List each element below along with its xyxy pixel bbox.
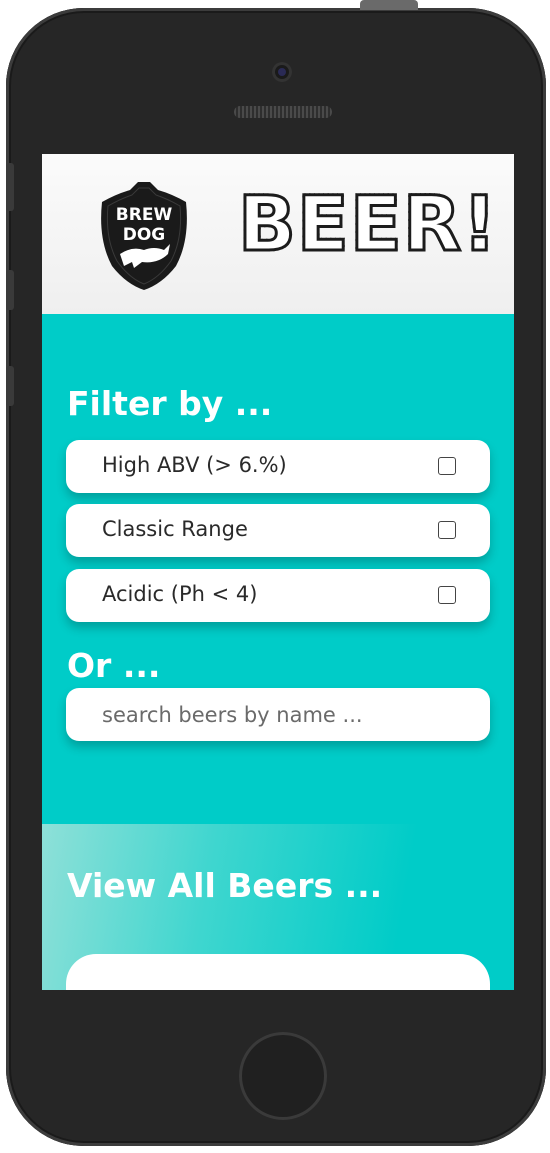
app-header: BREW DOG BEER! bbox=[42, 154, 514, 314]
mute-switch bbox=[6, 163, 14, 211]
search-section-title: Or ... bbox=[67, 646, 161, 685]
filter-option-acidic[interactable]: Acidic (Ph < 4) bbox=[66, 569, 490, 622]
checkbox-icon[interactable] bbox=[438, 457, 456, 475]
search-card bbox=[66, 688, 490, 741]
all-beers-title: View All Beers ... bbox=[67, 866, 383, 905]
app-title: BEER! bbox=[237, 179, 499, 268]
logo-text-bottom: DOG bbox=[123, 225, 166, 245]
filter-option-label: Classic Range bbox=[102, 517, 248, 541]
filter-option-high-abv[interactable]: High ABV (> 6.%) bbox=[66, 440, 490, 493]
home-button[interactable] bbox=[239, 1032, 327, 1120]
checkbox-icon[interactable] bbox=[438, 586, 456, 604]
front-camera bbox=[272, 62, 292, 82]
volume-down-button bbox=[6, 366, 14, 406]
filter-option-label: High ABV (> 6.%) bbox=[102, 453, 287, 477]
filter-title: Filter by ... bbox=[67, 384, 273, 423]
brewdog-logo[interactable]: BREW DOG bbox=[94, 180, 194, 292]
earpiece-speaker bbox=[234, 106, 332, 118]
power-button bbox=[360, 0, 418, 10]
checkbox-icon[interactable] bbox=[438, 521, 456, 539]
beer-list-card[interactable] bbox=[66, 954, 490, 990]
search-input[interactable] bbox=[66, 688, 490, 741]
volume-up-button bbox=[6, 270, 14, 310]
app-screen: BREW DOG BEER! Filter by ... High ABV (>… bbox=[42, 154, 514, 990]
filter-option-classic-range[interactable]: Classic Range bbox=[66, 504, 490, 557]
logo-text-top: BREW bbox=[116, 205, 173, 225]
filter-option-label: Acidic (Ph < 4) bbox=[102, 582, 258, 606]
